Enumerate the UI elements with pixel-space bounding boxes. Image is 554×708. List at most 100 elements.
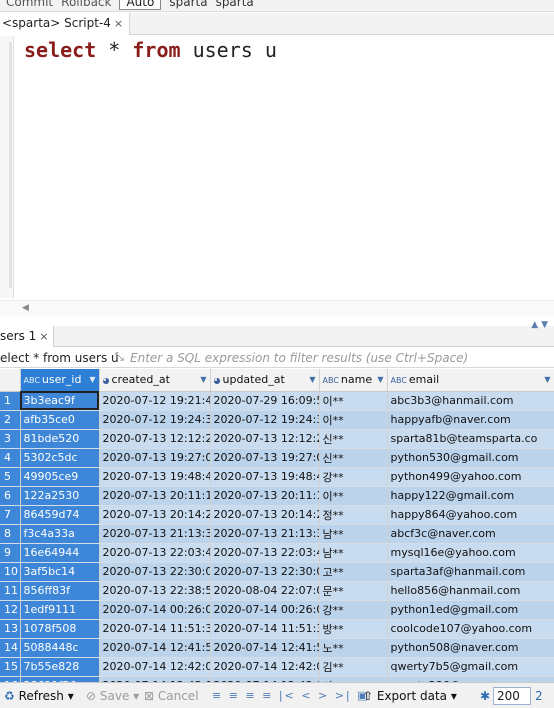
refresh-button[interactable]: ♻ Refresh ▾ [4,689,74,703]
rollback-button[interactable]: Rollback [61,0,111,9]
close-icon[interactable]: × [39,330,48,343]
sort-arrow-icon[interactable]: ▼ [89,375,95,384]
cell-name[interactable]: 방** [319,619,388,639]
transaction-mode-button[interactable]: Auto [119,0,162,10]
table-row[interactable]: 6 122a2530 2020-07-13 20:11:13 2020-07-13 2… [0,486,554,506]
cell-user-id[interactable]: f3c4a33a [20,524,100,544]
table-row[interactable]: 9 16e64944 2020-07-13 22:03:42 2020-07-13 2… [0,543,554,563]
cell-name[interactable]: 남** [319,524,388,544]
cell-user-id[interactable]: 16e64944 [20,543,100,563]
tab-script-4[interactable]: <sparta> Script-4 × [0,13,131,35]
cell-updated-at[interactable]: 2020-07-13 21:13:33 [210,524,320,544]
cell-created-at[interactable]: 2020-07-13 12:12:26 [99,429,211,449]
cell-created-at[interactable]: 2020-07-13 19:48:46 [99,467,211,487]
column-header-created-at[interactable]: ◕ created_at ▼ [99,369,211,392]
export-data-button[interactable]: ⇧ Export data ▾ [363,689,457,703]
cell-updated-at[interactable]: 2020-07-13 12:12:26 [210,429,320,449]
table-row[interactable]: 3 81bde520 2020-07-13 12:12:26 2020-07-13 1… [0,429,554,449]
cell-created-at[interactable]: 2020-07-12 19:21:46 [99,391,211,411]
table-row[interactable]: 5 49905ce9 2020-07-13 19:48:46 2020-07-13 1… [0,467,554,487]
cell-user-id[interactable]: 7b55e828 [20,657,100,677]
cell-name[interactable]: 김** [319,657,388,677]
cell-email[interactable]: coolcode107@yahoo.com [387,619,554,639]
cell-updated-at[interactable]: 2020-07-13 20:11:13 [210,486,320,506]
cell-name[interactable]: 노** [319,638,388,658]
cell-updated-at[interactable]: 2020-07-12 19:24:32 [210,410,320,430]
cell-name[interactable]: 문** [319,581,388,601]
tab-results[interactable]: sers 1 × [0,326,54,347]
cell-updated-at[interactable]: 2020-07-29 16:09:55 [210,391,320,411]
cell-email[interactable]: qwerty7b5@gmail.com [387,657,554,677]
cell-name[interactable]: 정** [319,505,388,525]
save-button[interactable]: ⊘ Save ▾ [86,689,139,703]
record-navigation-icons[interactable]: ≡ ≡ ≡ ≡ |< < > >| ▣ [212,689,370,702]
cell-updated-at[interactable]: 2020-07-14 00:26:02 [210,600,320,620]
cell-email[interactable]: python508@naver.com [387,638,554,658]
datasource-selector[interactable]: sparta [169,0,207,9]
table-row[interactable]: 7 86459d74 2020-07-13 20:14:23 2020-07-13 2… [0,505,554,525]
fetch-size-input[interactable]: 200 [493,687,531,705]
cell-updated-at[interactable]: 2020-07-14 12:42:09 [210,657,320,677]
table-row[interactable]: 2 afb35ce0 2020-07-12 19:24:32 2020-07-12 1… [0,410,554,430]
gear-icon[interactable]: ✱ [480,689,490,703]
cell-name[interactable]: 이** [319,410,388,430]
cell-created-at[interactable]: 2020-07-14 00:26:02 [99,600,211,620]
cancel-button[interactable]: ⊠ Cancel [144,689,199,703]
cell-email[interactable]: sparta3af@hanmail.com [387,562,554,582]
cell-email[interactable]: happy864@yahoo.com [387,505,554,525]
column-header-updated-at[interactable]: ◕ updated_at ▼ [210,369,320,392]
cell-created-at[interactable]: 2020-07-13 19:27:09 [99,448,211,468]
sql-code[interactable]: select * from users u [24,38,277,62]
column-header-name[interactable]: ABC name ▼ [319,369,388,392]
cell-email[interactable]: mysql16e@yahoo.com [387,543,554,563]
cell-created-at[interactable]: 2020-07-13 20:14:23 [99,505,211,525]
filter-input[interactable]: Enter a SQL expression to filter results… [130,351,468,365]
sort-arrow-icon[interactable]: ▼ [200,375,206,384]
cell-name[interactable]: 이** [319,486,388,506]
cell-updated-at[interactable]: 2020-07-13 19:27:09 [210,448,320,468]
cell-updated-at[interactable]: 2020-07-14 12:41:51 [210,638,320,658]
cell-updated-at[interactable]: 2020-07-14 11:51:37 [210,619,320,639]
cell-user-id[interactable]: 49905ce9 [20,467,100,487]
cell-user-id[interactable]: 1078f508 [20,619,100,639]
cell-name[interactable]: 이** [319,391,388,411]
cell-updated-at[interactable]: 2020-07-13 20:14:23 [210,505,320,525]
table-row[interactable]: 12 1edf9111 2020-07-14 00:26:02 2020-07-14 … [0,600,554,620]
cell-updated-at[interactable]: 2020-07-13 22:30:00 [210,562,320,582]
table-row[interactable]: 14 5088448c 2020-07-14 12:41:51 2020-07-14 … [0,638,554,658]
table-row[interactable]: 13 1078f508 2020-07-14 11:51:37 2020-07-14 … [0,619,554,639]
cell-created-at[interactable]: 2020-07-13 20:11:13 [99,486,211,506]
panel-collapse-icon[interactable]: ▲ ▼ [531,320,548,330]
cell-email[interactable]: happy122@gmail.com [387,486,554,506]
cell-created-at[interactable]: 2020-07-13 21:13:33 [99,524,211,544]
close-icon[interactable]: × [114,17,123,30]
cell-user-id[interactable]: 5302c5dc [20,448,100,468]
cell-user-id[interactable]: 856ff83f [20,581,100,601]
table-row[interactable]: 15 7b55e828 2020-07-14 12:42:09 2020-07-14 … [0,657,554,677]
column-header-email[interactable]: ABC email ▼ [387,369,554,392]
cell-created-at[interactable]: 2020-07-12 19:24:32 [99,410,211,430]
cell-email[interactable]: python530@gmail.com [387,448,554,468]
commit-button[interactable]: Commit [6,0,53,9]
result-grid[interactable]: ABC user_id ▼ ◕ created_at ▼ ◕ updated_at ▼ AB… [0,369,554,708]
table-row[interactable]: 1 3b3eac9f 2020-07-12 19:21:46 2020-07-29 1… [0,391,554,411]
cell-user-id[interactable]: 1edf9111 [20,600,100,620]
sort-arrow-icon[interactable]: ▼ [544,375,550,384]
sort-arrow-icon[interactable]: ▼ [377,375,383,384]
cell-name[interactable]: 남** [319,543,388,563]
cell-created-at[interactable]: 2020-07-13 22:03:42 [99,543,211,563]
table-row[interactable]: 8 f3c4a33a 2020-07-13 21:13:33 2020-07-13 2… [0,524,554,544]
sort-arrow-icon[interactable]: ▼ [309,375,315,384]
cell-user-id[interactable]: 3b3eac9f [20,391,100,411]
cell-email[interactable]: python499@yahoo.com [387,467,554,487]
editor-horizontal-scrollbar[interactable]: ◀ [0,300,554,316]
cell-email[interactable]: sparta81b@teamsparta.co [387,429,554,449]
cell-email[interactable]: abcf3c@naver.com [387,524,554,544]
cell-name[interactable]: 강** [319,467,388,487]
schema-selector[interactable]: sparta [216,0,254,9]
cell-user-id[interactable]: 86459d74 [20,505,100,525]
table-row[interactable]: 10 3af5bc14 2020-07-13 22:30:00 2020-07-13 … [0,562,554,582]
cell-created-at[interactable]: 2020-07-14 11:51:37 [99,619,211,639]
cell-user-id[interactable]: 5088448c [20,638,100,658]
cell-email[interactable]: happyafb@naver.com [387,410,554,430]
